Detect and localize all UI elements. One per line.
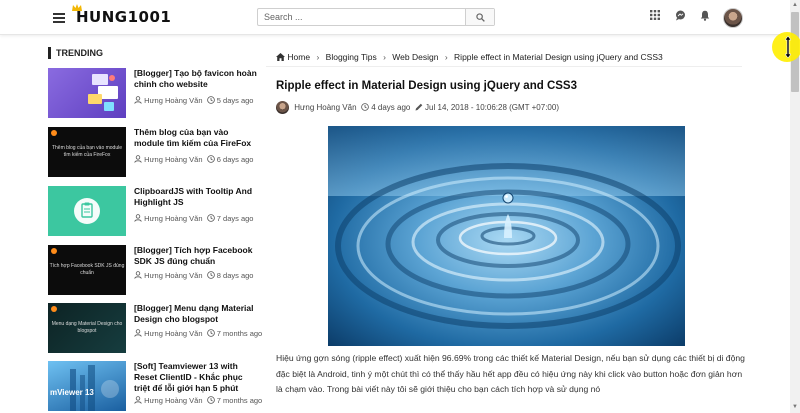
breadcrumb: Home › Blogging Tips › Web Design › Ripp… (276, 52, 663, 62)
user-avatar[interactable] (723, 8, 743, 28)
top-navbar: HUNG1001 (0, 0, 790, 35)
clock-icon (361, 103, 369, 111)
post-date: Jul 14, 2018 - 10:06:28 (GMT +07:00) (425, 103, 559, 112)
trending-thumbnail[interactable]: Tích hợp Facebook SDK JS đúng chuẩn (48, 245, 126, 295)
trending-item[interactable]: Menu dạng Material Design cho blogspot [… (48, 303, 262, 353)
trending-thumbnail[interactable]: Thêm blog của bạn vào module tìm kiếm củ… (48, 127, 126, 177)
thumbnail-caption: Tích hợp Facebook SDK JS đúng chuẩn (49, 263, 125, 276)
chat-icon[interactable] (675, 10, 686, 21)
clock-icon (206, 155, 215, 163)
menu-icon[interactable] (53, 13, 65, 23)
trending-time: 8 days ago (216, 271, 254, 280)
trending-meta: Hưng Hoàng Văn 7 months ago (134, 329, 262, 338)
trending-title[interactable]: [Blogger] Menu dạng Material Design cho … (134, 303, 259, 325)
chevron-right-icon: › (383, 52, 386, 62)
trending-time: 5 days ago (216, 96, 254, 105)
clock-icon (206, 96, 215, 104)
search-box (257, 8, 495, 26)
trending-time: 7 months ago (216, 329, 263, 338)
resize-cursor-icon (785, 36, 791, 58)
post-meta: Hưng Hoàng Văn 4 days ago Jul 14, 2018 -… (276, 101, 559, 114)
trending-item[interactable]: Thêm blog của bạn vào module tìm kiếm củ… (48, 127, 258, 177)
home-icon (276, 53, 285, 61)
user-icon (134, 396, 142, 404)
post-time-ago: 4 days ago (371, 103, 411, 112)
trending-time: 6 days ago (216, 155, 254, 164)
bell-icon[interactable] (700, 10, 710, 21)
trending-thumbnail[interactable] (48, 186, 126, 236)
search-button[interactable] (465, 9, 494, 25)
chevron-right-icon: › (316, 52, 320, 62)
thumbnail-caption: Thêm blog của bạn vào module tìm kiếm củ… (51, 145, 123, 158)
trending-item[interactable]: Tích hợp Facebook SDK JS đúng chuẩn [Blo… (48, 245, 258, 295)
breadcrumb-blogging-tips[interactable]: Blogging Tips (326, 52, 377, 62)
clock-icon (206, 396, 215, 404)
trending-author: Hưng Hoàng Văn (144, 329, 203, 338)
trending-title[interactable]: [Blogger] Tạo bộ favicon hoàn chỉnh cho … (134, 68, 259, 90)
pencil-icon (415, 103, 423, 111)
thumbnail-caption: Menu dạng Material Design cho blogspot (51, 321, 123, 334)
user-icon (134, 329, 142, 337)
search-icon (475, 12, 485, 22)
trending-title[interactable]: ClipboardJS with Tooltip And Highlight J… (134, 186, 259, 208)
trending-title[interactable]: Thêm blog của bạn vào module tìm kiếm củ… (134, 127, 259, 149)
breadcrumb-web-design[interactable]: Web Design (392, 52, 438, 62)
trending-thumbnail[interactable]: mViewer 13 (48, 361, 126, 411)
breadcrumb-home[interactable]: Home (287, 52, 310, 62)
trending-item[interactable]: ClipboardJS with Tooltip And Highlight J… (48, 186, 258, 236)
clock-icon (206, 214, 215, 222)
trending-title[interactable]: [Blogger] Tích hợp Facebook SDK JS đúng … (134, 245, 259, 267)
trending-time: 7 days ago (216, 214, 254, 223)
trending-author: Hưng Hoàng Văn (144, 214, 203, 223)
trending-meta: Hưng Hoàng Văn 8 days ago (134, 271, 253, 280)
apps-grid-icon[interactable] (650, 10, 660, 20)
trending-heading: TRENDING (48, 47, 103, 59)
thumbnail-caption: mViewer 13 (50, 388, 94, 397)
user-icon (134, 155, 142, 163)
user-icon (134, 96, 142, 104)
trending-meta: Hưng Hoàng Văn 5 days ago (134, 96, 253, 105)
user-icon (134, 271, 142, 279)
clock-icon (206, 329, 215, 337)
post-title: Ripple effect in Material Design using j… (276, 80, 577, 92)
trending-author: Hưng Hoàng Văn (144, 155, 203, 164)
trending-item[interactable]: [Blogger] Tạo bộ favicon hoàn chỉnh cho … (48, 68, 258, 118)
trending-title[interactable]: [Soft] Teamviewer 13 with Reset ClientID… (134, 361, 259, 394)
post-body: Hiệu ứng gợn sóng (ripple effect) xuất h… (276, 353, 745, 394)
teamviewer-thumbnail (70, 365, 119, 411)
water-ripple-image (328, 126, 685, 346)
trending-author: Hưng Hoàng Văn (144, 396, 203, 405)
trending-meta: Hưng Hoàng Văn 7 days ago (134, 214, 253, 223)
favicon-illustration (88, 74, 118, 111)
post-author[interactable]: Hưng Hoàng Văn (294, 103, 356, 112)
clipboard-icon (74, 198, 100, 224)
clock-icon (206, 271, 215, 279)
trending-thumbnail[interactable] (48, 68, 126, 118)
trending-time: 7 months ago (216, 396, 263, 405)
breadcrumb-divider (266, 66, 742, 67)
trending-item[interactable]: mViewer 13 [Soft] Teamviewer 13 with Res… (48, 361, 262, 411)
author-avatar[interactable] (276, 101, 289, 114)
search-input[interactable] (258, 9, 465, 25)
post-featured-image (328, 126, 685, 346)
site-logo[interactable]: HUNG1001 (76, 8, 171, 26)
breadcrumb-current: Ripple effect in Material Design using j… (454, 52, 663, 62)
trending-thumbnail[interactable]: Menu dạng Material Design cho blogspot (48, 303, 126, 353)
user-icon (134, 214, 142, 222)
trending-meta: Hưng Hoàng Văn 7 months ago (134, 396, 262, 405)
chevron-right-icon: › (444, 52, 448, 62)
scroll-down-icon[interactable]: ▼ (792, 404, 798, 410)
trending-author: Hưng Hoàng Văn (144, 271, 203, 280)
trending-author: Hưng Hoàng Văn (144, 96, 203, 105)
trending-meta: Hưng Hoàng Văn 6 days ago (134, 155, 253, 164)
scroll-up-icon[interactable]: ▲ (792, 2, 798, 8)
